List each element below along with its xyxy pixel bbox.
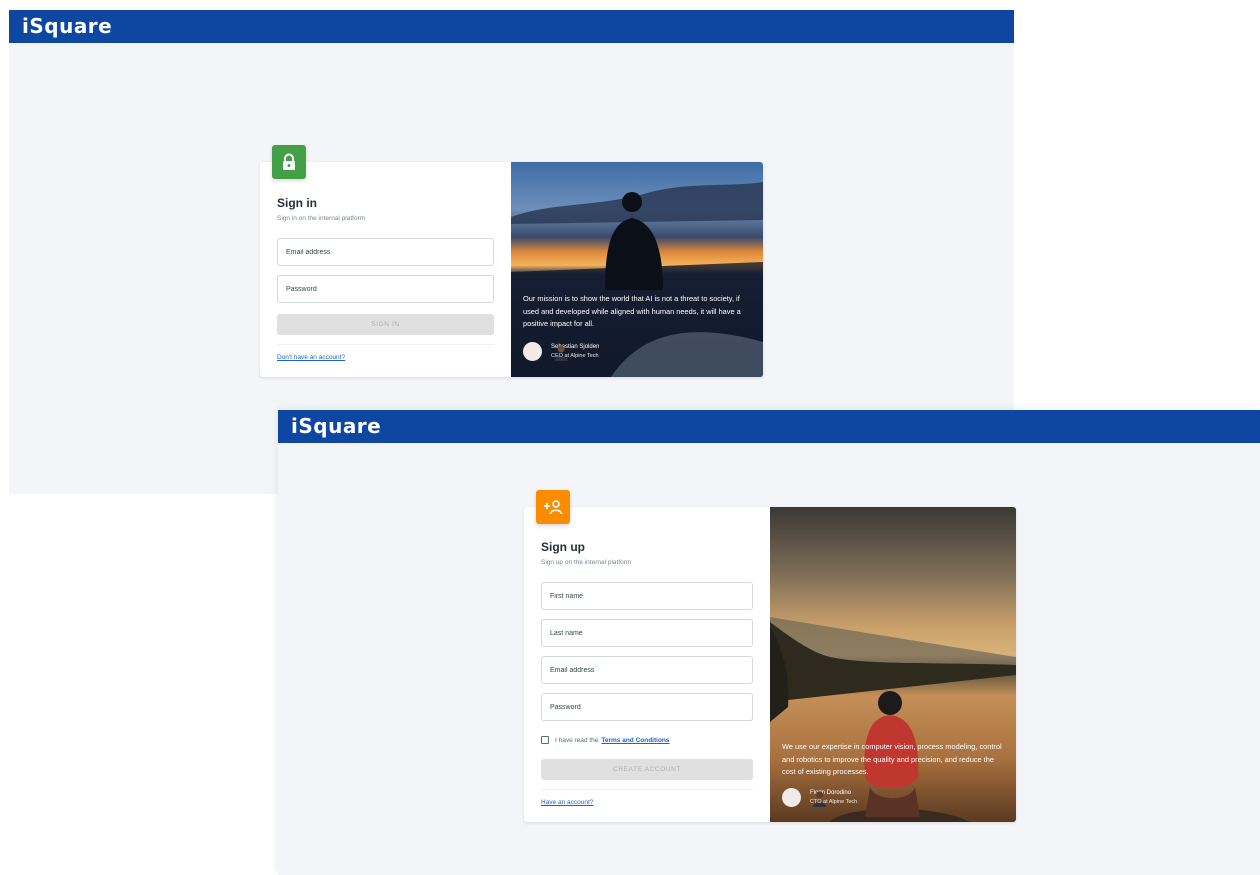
- divider: [541, 789, 753, 790]
- terms-text: I have read the: [555, 736, 599, 744]
- brand-logo[interactable]: iSquare: [22, 14, 112, 38]
- email-input[interactable]: [542, 657, 752, 683]
- top-bar: iSquare: [9, 10, 1014, 43]
- terms-row: I have read the Terms and Conditions: [541, 736, 670, 744]
- terms-checkbox[interactable]: [541, 736, 549, 744]
- last-name-field[interactable]: [541, 619, 753, 647]
- terms-link[interactable]: Terms and Conditions: [601, 737, 669, 744]
- first-name-field[interactable]: [541, 582, 753, 610]
- hero-image: We use our expertise in computer vision,…: [770, 507, 1016, 822]
- signup-form: Sign up Sign up on the internal platform…: [524, 490, 770, 822]
- page-subtitle: Sign up on the internal platform: [541, 559, 632, 566]
- top-bar: iSquare: [278, 410, 1260, 443]
- signin-form: Sign in Sign in on the internal platform…: [260, 145, 511, 377]
- signup-link[interactable]: Don't have an account?: [277, 354, 345, 361]
- quote-author: Florin Dorodino CTO at Alpine Tech: [782, 788, 857, 807]
- email-input[interactable]: [278, 239, 493, 265]
- password-field[interactable]: [277, 275, 494, 303]
- page-title: Sign up: [541, 540, 585, 554]
- quote-text: Our mission is to show the world that AI…: [523, 294, 741, 328]
- signup-card: Sign up Sign up on the internal platform…: [524, 490, 1016, 822]
- lock-icon: [272, 145, 306, 179]
- password-input[interactable]: [278, 276, 493, 302]
- quote-author: Sebastian Sjolden CEO at Alpine Tech: [523, 342, 599, 361]
- signin-link[interactable]: Have an account?: [541, 799, 593, 806]
- email-field[interactable]: [277, 238, 494, 266]
- page-subtitle: Sign in on the internal platform: [277, 215, 366, 222]
- hero-image: Our mission is to show the world that AI…: [511, 162, 763, 377]
- last-name-input[interactable]: [542, 620, 752, 646]
- avatar: [782, 788, 827, 807]
- avatar: [523, 342, 568, 361]
- email-field[interactable]: [541, 656, 753, 684]
- password-input[interactable]: [542, 694, 752, 720]
- author-role: CTO at Alpine Tech: [810, 798, 858, 805]
- brand-logo[interactable]: iSquare: [291, 414, 381, 438]
- add-user-icon: [536, 490, 570, 524]
- page-title: Sign in: [277, 196, 317, 210]
- password-field[interactable]: [541, 693, 753, 721]
- author-role: CEO at Alpine Tech: [551, 352, 599, 359]
- quote-text: We use our expertise in computer vision,…: [782, 742, 1002, 776]
- signin-card: Sign in Sign in on the internal platform…: [260, 145, 763, 377]
- signup-screen: iSquare Sign up Sign up on the internal …: [278, 410, 1260, 875]
- divider: [277, 344, 494, 345]
- sign-in-button[interactable]: SIGN IN: [277, 314, 494, 335]
- first-name-input[interactable]: [542, 583, 752, 609]
- create-account-button[interactable]: CREATE ACCOUNT: [541, 759, 753, 780]
